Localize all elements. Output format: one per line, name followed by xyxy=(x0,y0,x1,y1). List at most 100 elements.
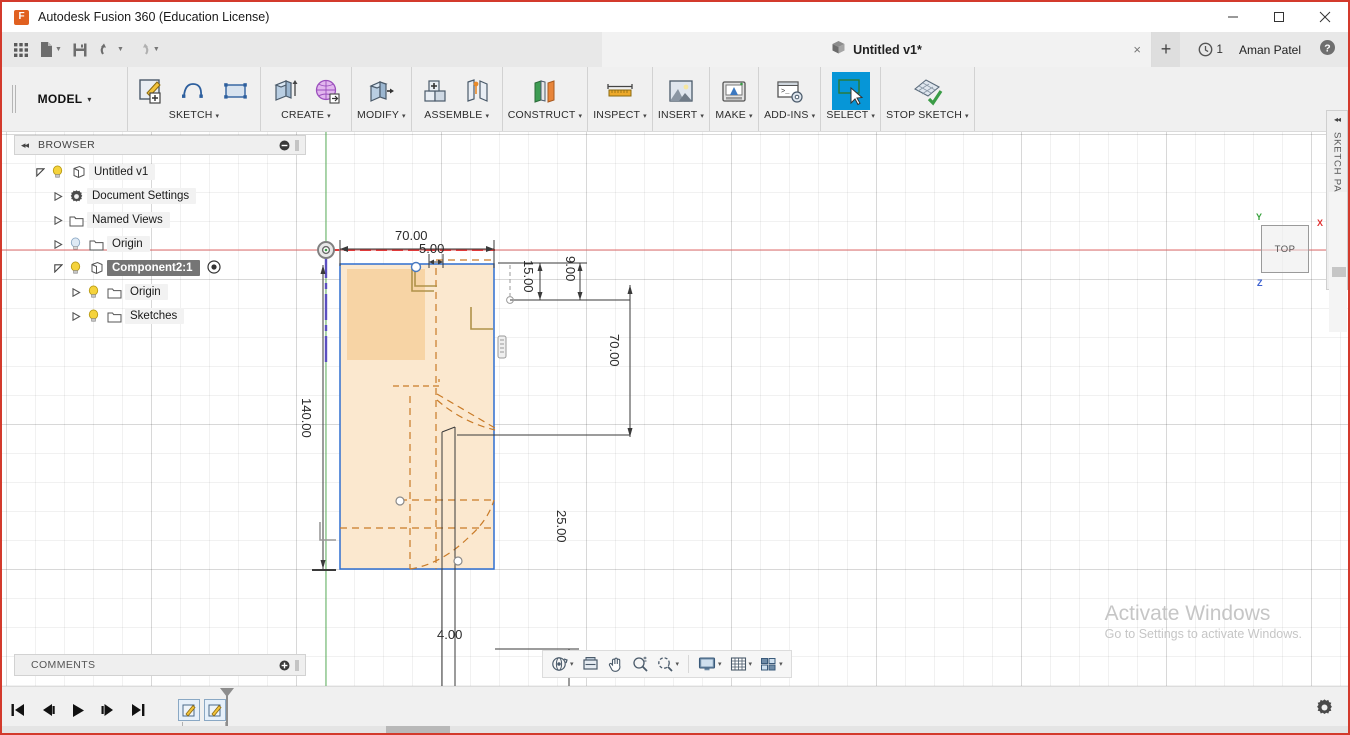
timeline-playhead[interactable] xyxy=(220,688,234,730)
scripts-addins-icon[interactable]: >_ xyxy=(771,72,809,110)
tree-item-origin-root[interactable]: Origin xyxy=(14,232,306,256)
ribbon-panel-label[interactable]: CONSTRUCT ▾ xyxy=(508,109,582,125)
minimize-button[interactable] xyxy=(1210,2,1256,32)
folder-icon xyxy=(65,214,87,227)
orbit-icon[interactable]: ▾ xyxy=(548,656,577,672)
collapse-browser-icon[interactable]: ◂◂ xyxy=(21,140,29,151)
settings-gear-icon[interactable] xyxy=(1315,698,1334,722)
visibility-bulb-icon[interactable] xyxy=(65,237,85,251)
expand-triangle-icon[interactable] xyxy=(52,263,65,273)
comments-panel[interactable]: COMMENTS xyxy=(14,654,306,676)
dimension-label-70-vertical[interactable]: 70.00 xyxy=(607,334,622,367)
zoom-icon[interactable] xyxy=(629,656,652,673)
panel-label-text: ADD-INS xyxy=(764,109,809,121)
go-to-end-icon[interactable] xyxy=(130,703,146,717)
user-name-label[interactable]: Aman Patel xyxy=(1239,43,1301,57)
new-component-icon[interactable] xyxy=(417,72,455,110)
ribbon-panel-label[interactable]: CREATE ▾ xyxy=(281,109,331,125)
collapse-sketch-palette-icon[interactable]: ◂◂ xyxy=(1334,115,1341,124)
dimension-label-5[interactable]: 5.00 xyxy=(419,241,444,256)
grid-snaps-icon[interactable]: ▾ xyxy=(727,656,756,672)
ribbon-panel-label[interactable]: MODIFY ▾ xyxy=(357,109,406,125)
visibility-bulb-icon[interactable] xyxy=(83,309,103,323)
tree-item-document-settings[interactable]: Document Settings xyxy=(14,184,306,208)
ribbon-panel-label[interactable]: STOP SKETCH ▾ xyxy=(886,109,969,125)
create-sketch-icon[interactable] xyxy=(133,72,171,110)
tree-item-sketches[interactable]: Sketches xyxy=(14,304,306,328)
zoom-window-icon[interactable]: ▾ xyxy=(654,656,683,673)
view-cube-top-face[interactable]: TOP xyxy=(1261,225,1309,273)
visibility-bulb-icon[interactable] xyxy=(83,285,103,299)
dimension-label-140[interactable]: 140.00 xyxy=(299,398,314,438)
dimension-label-4[interactable]: 4.00 xyxy=(437,627,462,642)
select-window-icon[interactable] xyxy=(831,72,870,110)
rectangle-icon[interactable] xyxy=(217,72,255,110)
close-button[interactable] xyxy=(1302,2,1348,32)
timeline-feature-sketch-1[interactable] xyxy=(178,699,200,721)
activate-component-radio[interactable] xyxy=(206,259,221,277)
step-forward-icon[interactable] xyxy=(100,703,116,717)
stop-sketch-icon[interactable] xyxy=(908,72,946,110)
step-back-icon[interactable] xyxy=(40,703,56,717)
maximize-button[interactable] xyxy=(1256,2,1302,32)
measure-icon[interactable] xyxy=(601,72,639,110)
expand-triangle-icon[interactable] xyxy=(52,239,65,249)
expand-triangle-icon[interactable] xyxy=(70,287,83,297)
ribbon-panel-addins: >_ ADD-INS ▾ xyxy=(759,67,822,131)
job-status-indicator[interactable]: 1 xyxy=(1198,42,1223,57)
ribbon-panel-label[interactable]: SKETCH ▾ xyxy=(169,109,220,125)
joint-icon[interactable] xyxy=(459,72,497,110)
look-at-icon[interactable] xyxy=(579,656,602,672)
extrude-icon[interactable] xyxy=(266,72,304,110)
view-cube[interactable]: Y X Z TOP xyxy=(1250,212,1323,288)
expand-triangle-icon[interactable] xyxy=(52,191,65,201)
dimension-label-25[interactable]: 25.00 xyxy=(554,510,569,543)
viewports-icon[interactable]: ▾ xyxy=(757,656,786,672)
sketch-palette-scrollbar[interactable] xyxy=(1329,192,1347,332)
ribbon-panel-label[interactable]: SELECT ▾ xyxy=(826,109,875,125)
tree-item-named-views[interactable]: Named Views xyxy=(14,208,306,232)
ribbon-panel-label[interactable]: INSPECT ▾ xyxy=(593,109,647,125)
visibility-bulb-icon[interactable] xyxy=(47,165,67,179)
horizontal-scroll-thumb[interactable] xyxy=(386,726,450,733)
ribbon-panel-label[interactable]: MAKE ▾ xyxy=(715,109,752,125)
ribbon-panel-label[interactable]: INSERT ▾ xyxy=(658,109,704,125)
undo-icon[interactable]: ▼ xyxy=(93,32,129,67)
horizontal-scrollbar[interactable] xyxy=(2,726,1348,733)
help-icon[interactable]: ? xyxy=(1319,39,1336,61)
close-tab-button[interactable]: × xyxy=(1133,42,1141,57)
new-tab-button[interactable]: + xyxy=(1152,32,1180,67)
chevron-down-icon: ▾ xyxy=(871,113,876,120)
form-icon[interactable] xyxy=(308,72,346,110)
ribbon-panel-label[interactable]: ASSEMBLE ▾ xyxy=(424,109,489,125)
display-settings-icon[interactable]: ▾ xyxy=(695,656,725,672)
3d-print-icon[interactable] xyxy=(715,72,753,110)
timeline-feature-sketch-2[interactable] xyxy=(204,699,226,721)
save-icon[interactable] xyxy=(67,32,93,67)
grid-apps-icon[interactable] xyxy=(8,32,34,67)
insert-image-icon[interactable] xyxy=(662,72,700,110)
tree-item-untitled[interactable]: Untitled v1 xyxy=(14,160,306,184)
visibility-bulb-icon[interactable] xyxy=(65,261,85,275)
expand-triangle-icon[interactable] xyxy=(70,311,83,321)
go-to-beginning-icon[interactable] xyxy=(10,703,26,717)
ribbon-panel-label[interactable]: ADD-INS ▾ xyxy=(764,109,815,125)
new-file-icon[interactable]: ▼ xyxy=(34,32,67,67)
browser-header[interactable]: ◂◂ BROWSER xyxy=(14,135,306,155)
redo-icon[interactable]: ▼ xyxy=(129,32,165,67)
pan-icon[interactable] xyxy=(604,656,627,673)
workspace-switcher[interactable]: MODEL ▾ xyxy=(2,67,127,131)
tree-item-origin-child[interactable]: Origin xyxy=(14,280,306,304)
tree-item-component2[interactable]: Component2:1 xyxy=(14,256,306,280)
dimension-label-9[interactable]: 9.00 xyxy=(563,256,578,281)
expand-triangle-icon[interactable] xyxy=(34,167,47,177)
ribbon-panel-modify: MODIFY ▾ xyxy=(352,67,412,131)
sketch-palette-scroll-thumb[interactable] xyxy=(1332,267,1346,277)
offset-plane-icon[interactable] xyxy=(526,72,564,110)
spline-icon[interactable] xyxy=(175,72,213,110)
dimension-label-15[interactable]: 15.00 xyxy=(521,260,536,293)
expand-triangle-icon[interactable] xyxy=(52,215,65,225)
press-pull-icon[interactable] xyxy=(362,72,400,110)
document-tab[interactable]: Untitled v1* × xyxy=(602,32,1152,67)
play-icon[interactable] xyxy=(70,703,86,718)
